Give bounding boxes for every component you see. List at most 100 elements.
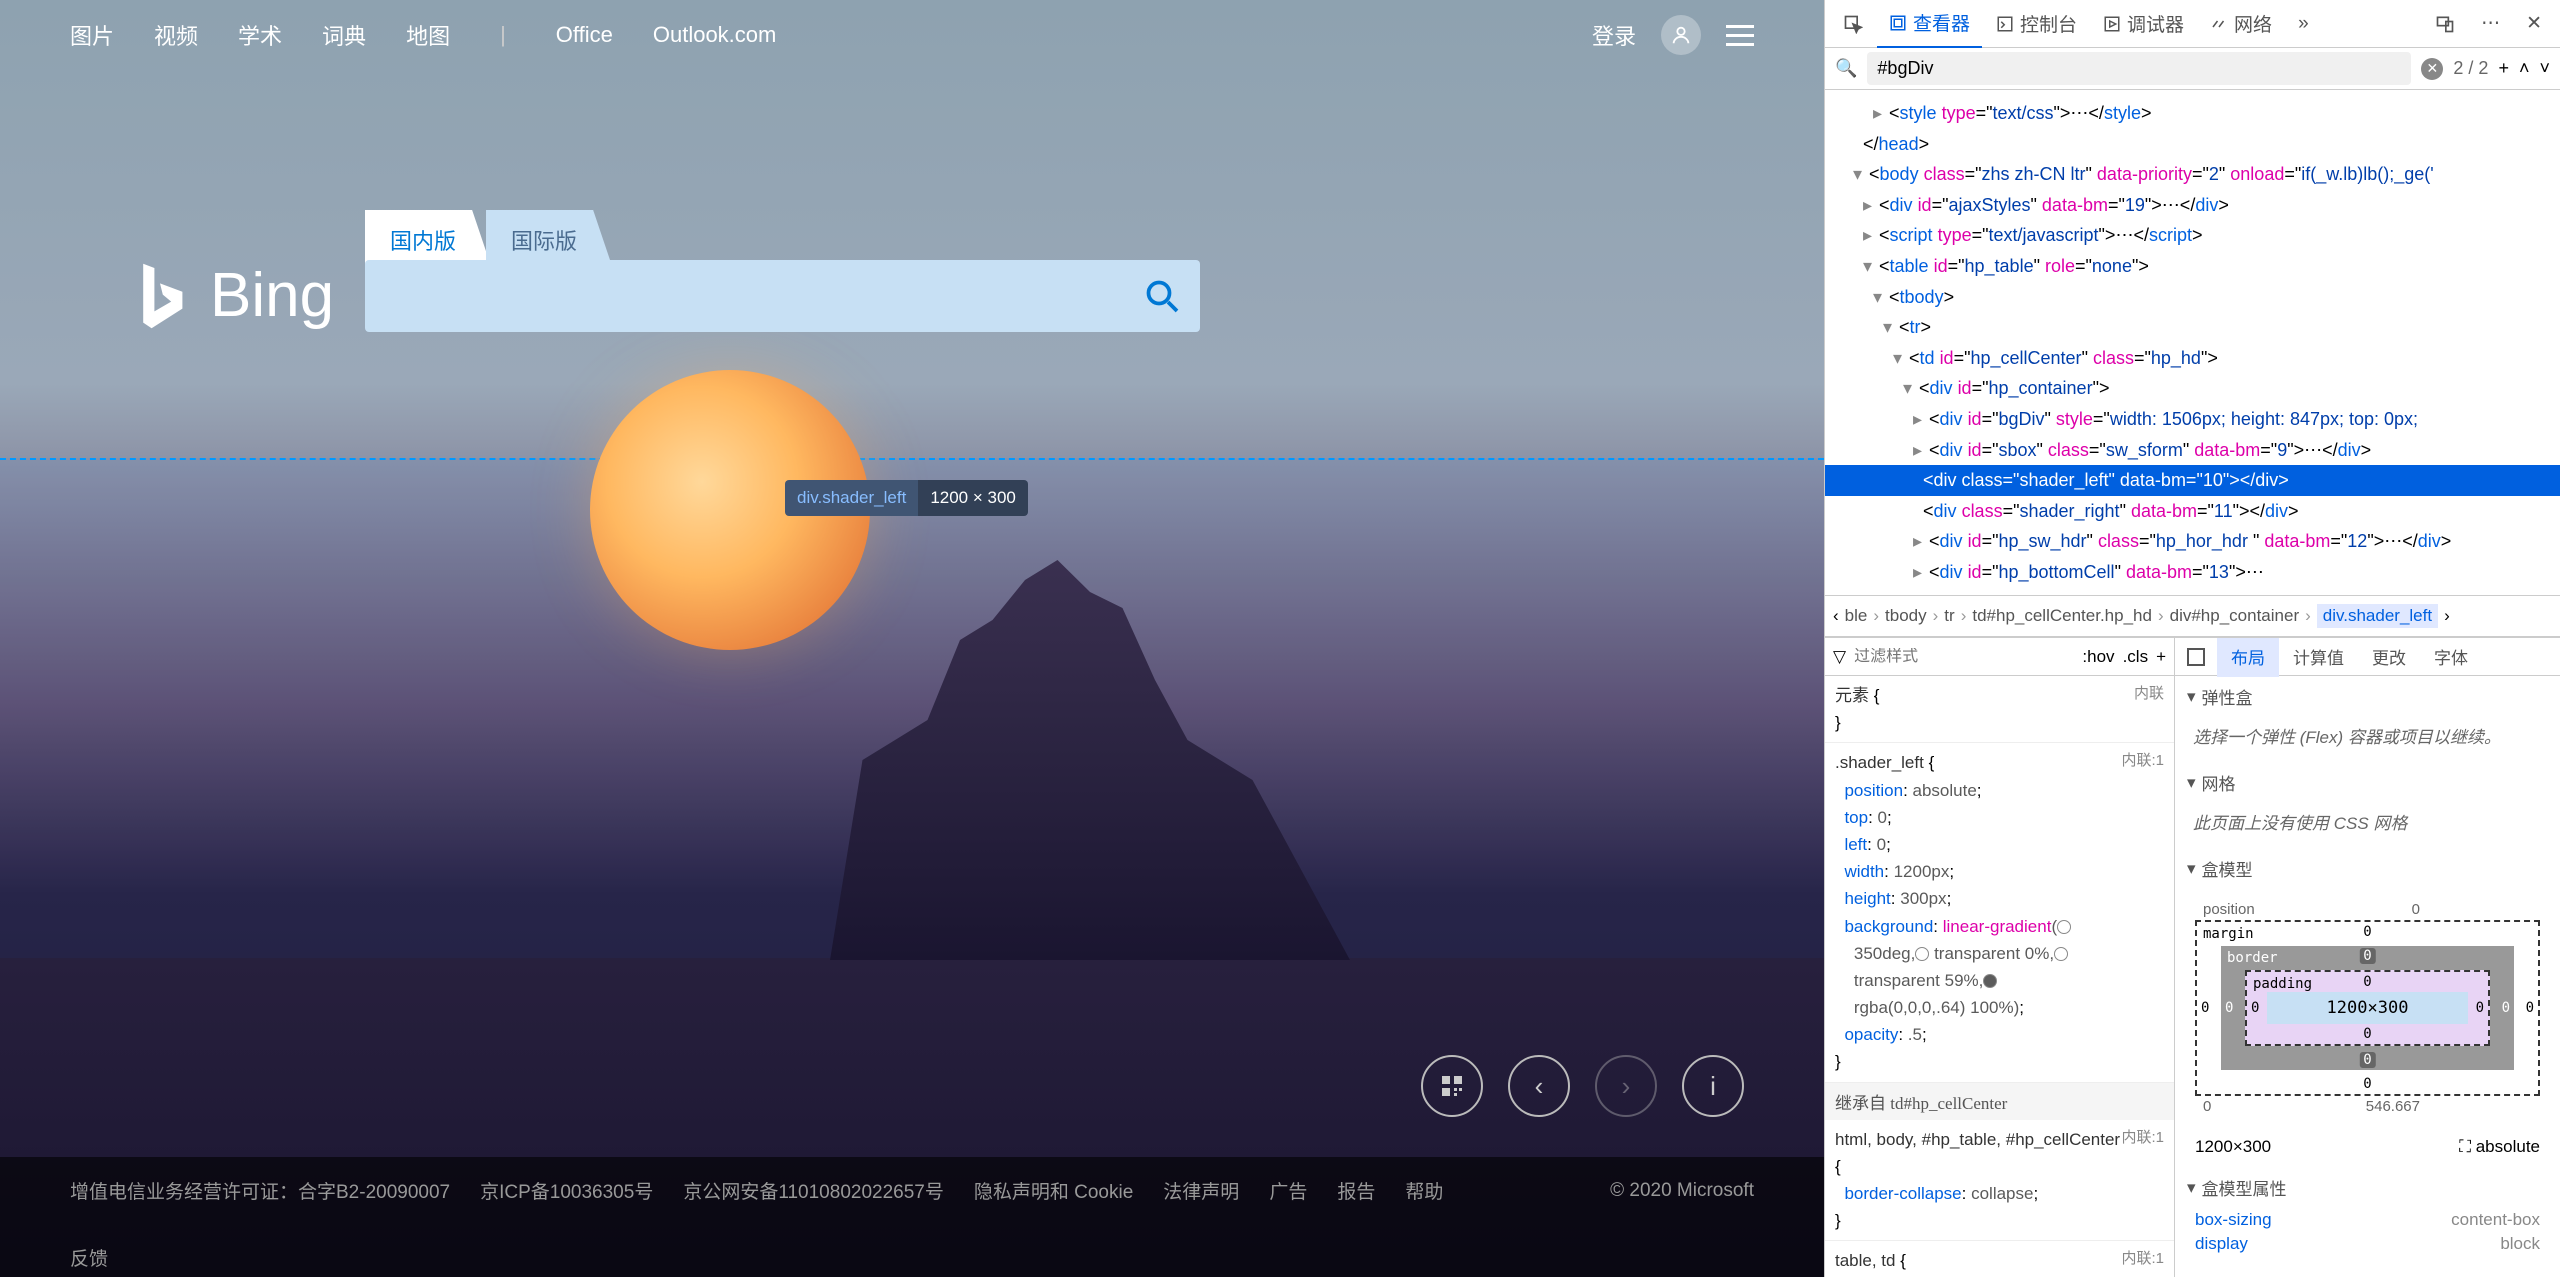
nav-dict[interactable]: 词典 [322, 19, 366, 51]
footer-report[interactable]: 报告 [1337, 1177, 1375, 1204]
bing-logo-icon [130, 261, 190, 331]
nav-academic[interactable]: 学术 [238, 19, 282, 51]
responsive-icon[interactable] [2423, 4, 2467, 44]
prev-button[interactable]: ‹ [1508, 1055, 1570, 1117]
rule-element[interactable]: 内联 元素 {} [1825, 676, 2174, 743]
bm-border[interactable]: border 0000 padding 0000 1200×300 [2221, 946, 2514, 1070]
tab-fonts[interactable]: 字体 [2420, 638, 2482, 677]
search-icon[interactable] [1144, 278, 1180, 314]
grid-header[interactable]: ▾ 网格 [2175, 762, 2560, 803]
footer-license[interactable]: 增值电信业务经营许可证：合字B2-20090007 [70, 1177, 450, 1204]
meatball-icon[interactable]: ⋯ [2469, 2, 2512, 45]
add-rule-icon[interactable]: + [2156, 647, 2166, 667]
bm-prop-boxsizing: box-sizingcontent-box [2175, 1208, 2560, 1232]
info-button[interactable]: i [1682, 1055, 1744, 1117]
devtools-panel: 查看器 控制台 调试器 网络 » ⋯ ✕ 🔍 ✕ 2 / 2 + ˄ ˅ ▸<s… [1824, 0, 2560, 1277]
tab-international[interactable]: 国际版 [486, 210, 612, 266]
tab-network[interactable]: 网络 [2198, 0, 2284, 47]
bm-props-header[interactable]: ▾ 盒模型属性 [2175, 1167, 2560, 1208]
footer-icp[interactable]: 京ICP备10036305号 [480, 1177, 653, 1204]
flexbox-message: 选择一个弹性 (Flex) 容器或项目以继续。 [2175, 717, 2560, 762]
filter-icon: ▽ [1833, 647, 1846, 667]
breadcrumb-next-icon[interactable]: › [2444, 606, 2450, 626]
bm-margin[interactable]: margin 0000 border 0000 padding 0000 120… [2195, 920, 2540, 1096]
image-controls: ‹ › i [1421, 1055, 1744, 1117]
logo: Bing [130, 260, 334, 331]
tab-computed[interactable]: 计算值 [2279, 638, 2358, 677]
devtools-toolbar: 查看器 控制台 调试器 网络 » ⋯ ✕ [1825, 0, 2560, 48]
html-search: 🔍 ✕ 2 / 2 + ˄ ˅ [1825, 48, 2560, 90]
hov-toggle[interactable]: :hov [2082, 647, 2114, 667]
top-nav: 图片 视频 学术 词典 地图 | Office Outlook.com 登录 [0, 0, 1824, 70]
position-icon: ⛶ [2459, 1137, 2471, 1156]
bm-prop-display: displayblock [2175, 1232, 2560, 1256]
footer-help[interactable]: 帮助 [1405, 1177, 1443, 1204]
sidebar-toggle-icon[interactable] [2175, 638, 2217, 676]
rule-collapse[interactable]: 内联:1 html, body, #hp_table, #hp_cellCent… [1825, 1120, 2174, 1242]
footer-ads[interactable]: 广告 [1269, 1177, 1307, 1204]
search-add-icon[interactable]: + [2498, 58, 2509, 79]
bc-td[interactable]: td#hp_cellCenter.hp_hd [1972, 606, 2152, 626]
footer-legal[interactable]: 法律声明 [1163, 1177, 1239, 1204]
tooltip-dimensions: 1200 × 300 [918, 480, 1028, 516]
tabs-overflow-icon[interactable]: » [2286, 3, 2321, 45]
bc-tbody[interactable]: tbody [1885, 606, 1927, 626]
inherit-td: 继承自 td#hp_cellCenter [1825, 1083, 2174, 1120]
rule-spacing[interactable]: 内联:1 table, td { border-spacing: 0;} [1825, 1241, 2174, 1277]
devtools-bottom: ▽ :hov .cls + 内联 元素 {} 内联:1 .shader_left… [1825, 637, 2560, 1277]
search-clear-icon[interactable]: ✕ [2421, 58, 2443, 80]
qr-button[interactable] [1421, 1055, 1483, 1117]
filter-styles-input[interactable] [1854, 648, 2074, 666]
tab-layout[interactable]: 布局 [2217, 638, 2279, 677]
tooltip-selector: div.shader_left [785, 480, 918, 516]
footer-copyright: © 2020 Microsoft [1610, 1180, 1754, 1202]
breadcrumb-prev-icon[interactable]: ‹ [1833, 606, 1839, 626]
tab-inspector[interactable]: 查看器 [1877, 0, 1982, 48]
rule-shader-left[interactable]: 内联:1 .shader_left { position: absolute; … [1825, 743, 2174, 1082]
bc-ble[interactable]: ble [1845, 606, 1868, 626]
html-search-input[interactable] [1867, 52, 2411, 85]
search-tabs: 国内版 国际版 [365, 210, 607, 266]
bc-tr[interactable]: tr [1944, 606, 1954, 626]
bing-homepage: 图片 视频 学术 词典 地图 | Office Outlook.com 登录 B… [0, 0, 1824, 1277]
login-link[interactable]: 登录 [1592, 19, 1636, 51]
grid-message: 此页面上没有使用 CSS 网格 [2175, 803, 2560, 848]
box-model: position0 margin 0000 border 0000 paddin… [2175, 889, 2560, 1127]
nav-outlook[interactable]: Outlook.com [653, 22, 777, 48]
footer-gongan[interactable]: 京公网安备11010802022657号 [683, 1177, 944, 1204]
tab-domestic[interactable]: 国内版 [365, 210, 491, 266]
bm-summary: 1200×300 ⛶ absolute [2175, 1127, 2560, 1167]
close-devtools-icon[interactable]: ✕ [2514, 2, 2554, 45]
inspector-tooltip: div.shader_left 1200 × 300 [785, 480, 1028, 516]
tab-changes[interactable]: 更改 [2358, 638, 2420, 677]
pick-element-icon[interactable] [1831, 4, 1875, 44]
html-tree[interactable]: ▸<style type="text/css">⋯</style> </head… [1825, 90, 2560, 595]
footer-feedback[interactable]: 反馈 [70, 1249, 108, 1270]
nav-map[interactable]: 地图 [406, 19, 450, 51]
inspector-highlight-border [0, 458, 1824, 460]
bc-container[interactable]: div#hp_container [2170, 606, 2299, 626]
hamburger-icon[interactable] [1726, 25, 1754, 46]
selected-node[interactable]: <div class="shader_left" data-bm="10"></… [1825, 465, 2560, 496]
avatar-icon[interactable] [1661, 15, 1701, 55]
footer: 增值电信业务经营许可证：合字B2-20090007 京ICP备10036305号… [0, 1157, 1824, 1277]
nav-right: 登录 [1592, 15, 1754, 55]
search-input[interactable] [385, 282, 1144, 310]
cls-toggle[interactable]: .cls [2123, 647, 2149, 667]
boxmodel-header[interactable]: ▾ 盒模型 [2175, 848, 2560, 889]
tab-console[interactable]: 控制台 [1984, 0, 2089, 47]
breadcrumb: ‹ ble› tbody› tr› td#hp_cellCenter.hp_hd… [1825, 595, 2560, 637]
next-button[interactable]: › [1595, 1055, 1657, 1117]
bm-content[interactable]: 1200×300 [2267, 992, 2468, 1024]
tab-debugger[interactable]: 调试器 [2091, 0, 2196, 47]
nav-office[interactable]: Office [556, 22, 613, 48]
nav-video[interactable]: 视频 [154, 19, 198, 51]
search-prev-icon[interactable]: ˄ [2519, 58, 2530, 79]
bc-shader-left[interactable]: div.shader_left [2317, 604, 2438, 628]
layout-tabs: 布局 计算值 更改 字体 [2175, 638, 2560, 676]
nav-images[interactable]: 图片 [70, 19, 114, 51]
bm-padding[interactable]: padding 0000 1200×300 [2245, 970, 2490, 1046]
footer-privacy[interactable]: 隐私声明和 Cookie [974, 1177, 1133, 1204]
search-next-icon[interactable]: ˅ [2539, 58, 2550, 79]
flexbox-header[interactable]: ▾ 弹性盒 [2175, 676, 2560, 717]
